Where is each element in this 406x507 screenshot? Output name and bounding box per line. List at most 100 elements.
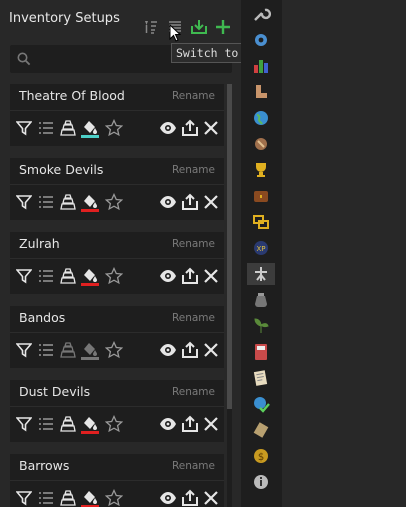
highlight-bucket-icon[interactable] — [80, 192, 100, 212]
import-icon[interactable] — [190, 18, 208, 36]
export-icon[interactable] — [180, 488, 200, 507]
sidebar-button-sword-hilt[interactable] — [247, 133, 275, 155]
filter-icon[interactable] — [14, 414, 34, 434]
export-icon[interactable] — [180, 340, 200, 360]
highlight-bucket-icon[interactable] — [80, 340, 100, 360]
export-icon[interactable] — [180, 118, 200, 138]
stack-icon[interactable] — [58, 340, 78, 360]
favorite-star-icon[interactable] — [104, 266, 124, 286]
setup-card[interactable]: Smoke Devils Rename — [10, 158, 224, 220]
view-eye-icon[interactable] — [158, 266, 178, 286]
filter-icon[interactable] — [14, 340, 34, 360]
list-icon[interactable] — [36, 488, 56, 507]
sword-hilt-icon — [255, 138, 267, 150]
card-divider — [10, 110, 224, 111]
swap-icon — [253, 215, 269, 229]
add-setup-icon[interactable] — [214, 18, 232, 36]
sidebar-button-globe-check[interactable] — [247, 393, 275, 415]
setup-actions — [14, 338, 220, 360]
setup-name: Zulrah — [19, 236, 60, 251]
rename-button[interactable]: Rename — [172, 90, 215, 102]
globe-check-icon — [254, 397, 270, 413]
view-eye-icon[interactable] — [158, 340, 178, 360]
rename-button[interactable]: Rename — [172, 460, 215, 472]
sidebar-button-trophy[interactable] — [247, 159, 275, 181]
setup-card[interactable]: Dust Devils Rename — [10, 380, 224, 442]
filter-icon[interactable] — [14, 266, 34, 286]
sidebar-button-chest[interactable] — [247, 185, 275, 207]
card-divider — [10, 258, 224, 259]
sidebar-button-globe[interactable] — [247, 107, 275, 129]
rename-button[interactable]: Rename — [172, 164, 215, 176]
setup-actions — [14, 116, 220, 138]
scrollbar[interactable] — [227, 84, 232, 507]
setup-card[interactable]: Theatre Of Blood Rename — [10, 84, 224, 146]
sidebar-button-calculator[interactable] — [247, 341, 275, 363]
list-icon[interactable] — [36, 340, 56, 360]
highlight-bucket-icon[interactable] — [80, 118, 100, 138]
sidebar-button-cog[interactable] — [247, 29, 275, 51]
coin-icon: $ — [254, 449, 268, 463]
highlight-bucket-icon[interactable] — [80, 266, 100, 286]
stack-icon[interactable] — [58, 414, 78, 434]
sidebar-button-bar-chart[interactable] — [247, 55, 275, 77]
rename-button[interactable]: Rename — [172, 386, 215, 398]
delete-icon[interactable] — [201, 266, 221, 286]
sidebar-button-wrench[interactable] — [247, 3, 275, 25]
export-icon[interactable] — [180, 192, 200, 212]
setup-card[interactable]: Barrows Rename — [10, 454, 224, 507]
setup-card[interactable]: Bandos Rename — [10, 306, 224, 368]
sidebar-button-info[interactable] — [247, 471, 275, 493]
view-eye-icon[interactable] — [158, 192, 178, 212]
view-eye-icon[interactable] — [158, 414, 178, 434]
list-icon[interactable] — [36, 192, 56, 212]
scrollbar-thumb[interactable] — [227, 84, 232, 409]
favorite-star-icon[interactable] — [104, 414, 124, 434]
rename-button[interactable]: Rename — [172, 238, 215, 250]
stack-icon[interactable] — [58, 266, 78, 286]
favorite-star-icon[interactable] — [104, 340, 124, 360]
sort-icon[interactable] — [142, 18, 160, 36]
sidebar-button-plant[interactable] — [247, 315, 275, 337]
delete-icon[interactable] — [201, 414, 221, 434]
favorite-star-icon[interactable] — [104, 118, 124, 138]
sidebar-button-xp-orb[interactable]: XP — [247, 237, 275, 259]
stack-icon[interactable] — [58, 488, 78, 507]
view-eye-icon[interactable] — [158, 488, 178, 507]
delete-icon[interactable] — [201, 488, 221, 507]
mouse-cursor-icon — [169, 24, 181, 42]
filter-icon[interactable] — [14, 488, 34, 507]
setup-actions — [14, 190, 220, 212]
sidebar-button-pouch[interactable] — [247, 289, 275, 311]
game-area-edge — [282, 0, 406, 507]
export-icon[interactable] — [180, 266, 200, 286]
sidebar-button-notepad[interactable] — [247, 367, 275, 389]
list-icon[interactable] — [36, 118, 56, 138]
sidebar-button-boot[interactable] — [247, 81, 275, 103]
delete-icon[interactable] — [201, 340, 221, 360]
highlight-bucket-icon[interactable] — [80, 488, 100, 507]
delete-icon[interactable] — [201, 118, 221, 138]
delete-icon[interactable] — [201, 192, 221, 212]
list-icon[interactable] — [36, 414, 56, 434]
sidebar-button-coin[interactable]: $ — [247, 445, 275, 467]
stack-icon[interactable] — [58, 192, 78, 212]
highlight-bucket-icon[interactable] — [80, 414, 100, 434]
setup-card[interactable]: Zulrah Rename — [10, 232, 224, 294]
export-icon[interactable] — [180, 414, 200, 434]
notepad-icon — [253, 370, 268, 386]
setup-name: Dust Devils — [19, 384, 91, 399]
cog-icon — [255, 34, 267, 46]
list-icon[interactable] — [36, 266, 56, 286]
favorite-star-icon[interactable] — [104, 488, 124, 507]
favorite-star-icon[interactable] — [104, 192, 124, 212]
plant-icon — [254, 318, 269, 333]
sidebar-button-swap[interactable] — [247, 211, 275, 233]
sidebar-button-skills[interactable] — [247, 263, 275, 285]
sidebar-button-scroll[interactable] — [247, 419, 275, 441]
stack-icon[interactable] — [58, 118, 78, 138]
filter-icon[interactable] — [14, 118, 34, 138]
rename-button[interactable]: Rename — [172, 312, 215, 324]
view-eye-icon[interactable] — [158, 118, 178, 138]
filter-icon[interactable] — [14, 192, 34, 212]
